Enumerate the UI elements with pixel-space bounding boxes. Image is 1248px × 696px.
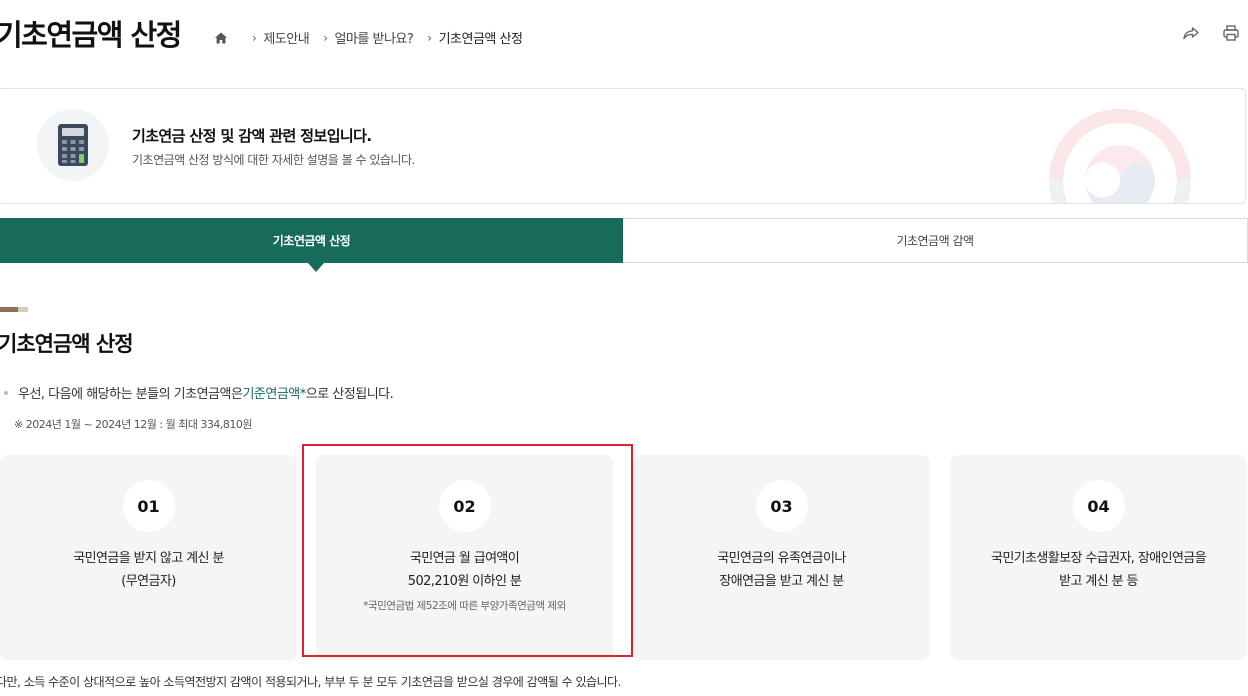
card-line: 국민연금의 유족연금이나 — [717, 551, 846, 566]
card-number: 04 — [1072, 480, 1125, 532]
chevron-right-icon: › — [252, 30, 257, 45]
card-line: 국민기초생활보장 수급권자, 장애인연금을 — [990, 551, 1207, 566]
criteria-card: 03 국민연금의 유족연금이나 장애연금을 받고 계신 분 — [633, 455, 930, 660]
card-text: 국민연금의 유족연금이나 장애연금을 받고 계신 분 — [633, 547, 930, 593]
intro-highlight: 기준연금액* — [242, 387, 306, 402]
bullet-icon — [4, 390, 8, 395]
card-text: 국민기초생활보장 수급권자, 장애인연금을 받고 계신 분 등 — [950, 547, 1247, 593]
info-description: 기초연금액 산정 방식에 대한 자세한 설명을 볼 수 있습니다. — [132, 153, 415, 167]
breadcrumb: › 제도안내 › 얼마를 받나요? › 기초연금액 산정 — [214, 28, 523, 47]
breadcrumb-item-current: 기초연금액 산정 — [438, 32, 523, 47]
tab-calculation[interactable]: 기초연금액 산정 — [0, 218, 623, 272]
chevron-right-icon: › — [427, 30, 432, 45]
highlight-box — [302, 444, 633, 657]
card-line: 받고 계신 분 등 — [1059, 574, 1138, 589]
footer-note: 다만, 소득 수준이 상대적으로 높아 소득역전방지 감액이 적용되거나, 부부… — [0, 675, 621, 689]
info-title: 기초연금 산정 및 감액 관련 정보입니다. — [132, 127, 372, 145]
tab-reduction[interactable]: 기초연금액 감액 — [623, 218, 1248, 263]
print-icon[interactable] — [1222, 24, 1240, 42]
breadcrumb-item-amount[interactable]: 얼마를 받나요? — [334, 28, 413, 47]
header-actions — [1182, 24, 1240, 42]
card-line: 장애연금을 받고 계신 분 — [719, 574, 844, 589]
chevron-right-icon: › — [323, 30, 328, 45]
card-text: 국민연금을 받지 않고 계신 분 (무연금자) — [0, 547, 297, 593]
breadcrumb-item-guide[interactable]: 제도안내 — [263, 28, 309, 47]
emblem-icon — [1045, 105, 1195, 203]
page-title: 기초연금액 산정 — [0, 18, 182, 52]
intro-text: 우선, 다음에 해당하는 분들의 기초연금액은 기준연금액* 으로 산정됩니다. — [4, 383, 394, 402]
card-line: 국민연금을 받지 않고 계신 분 — [73, 551, 224, 566]
info-banner: 기초연금 산정 및 감액 관련 정보입니다. 기초연금액 산정 방식에 대한 자… — [0, 88, 1246, 204]
intro-suffix: 으로 산정됩니다. — [305, 387, 394, 402]
card-line: (무연금자) — [121, 574, 176, 589]
criteria-card: 01 국민연금을 받지 않고 계신 분 (무연금자) — [0, 455, 297, 660]
criteria-card: 04 국민기초생활보장 수급권자, 장애인연금을 받고 계신 분 등 — [950, 455, 1247, 660]
section-title: 기초연금액 산정 — [0, 332, 134, 356]
home-icon[interactable] — [214, 31, 228, 45]
tab-bar: 기초연금액 산정 기초연금액 감액 — [0, 218, 1248, 272]
card-number: 03 — [755, 480, 808, 532]
intro-prefix: 우선, 다음에 해당하는 분들의 기초연금액은 — [18, 387, 243, 402]
amount-note: ※ 2024년 1월 ~ 2024년 12월 : 월 최대 334,810원 — [14, 418, 253, 431]
card-number: 01 — [122, 480, 175, 532]
calculator-icon — [37, 109, 109, 181]
section-accent-bar — [0, 307, 28, 312]
share-icon[interactable] — [1182, 24, 1200, 42]
